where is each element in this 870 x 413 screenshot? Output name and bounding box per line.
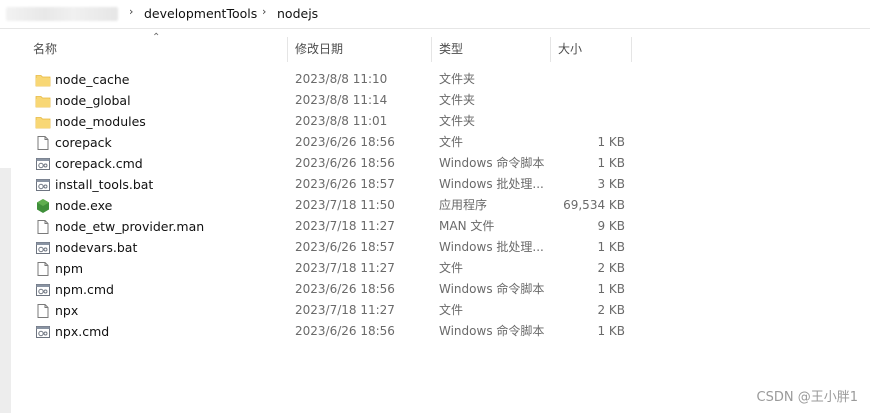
file-row[interactable]: corepack.cmd 2023/6/26 18:56 Windows 命令脚本 1…: [26, 153, 630, 174]
file-modified-date: 2023/7/18 11:27: [295, 219, 395, 233]
file-name: npm.cmd: [55, 282, 114, 297]
file-name: node_global: [55, 93, 131, 108]
file-modified-date: 2023/6/26 18:56: [295, 135, 395, 149]
address-bar[interactable]: › developmentTools › nodejs: [0, 0, 870, 29]
file-type: 文件夹: [439, 114, 476, 128]
script-icon: [35, 156, 51, 172]
file-modified-date: 2023/6/26 18:57: [295, 177, 395, 191]
folder-icon: [35, 114, 51, 130]
file-modified-date: 2023/8/8 11:14: [295, 93, 388, 107]
navigation-pane-scrollbar[interactable]: [0, 168, 11, 413]
file-name: corepack: [55, 135, 112, 150]
file-modified-date: 2023/6/26 18:56: [295, 282, 395, 296]
file-row[interactable]: corepack 2023/6/26 18:56 文件 1 KB: [26, 132, 630, 153]
file-type: Windows 命令脚本: [439, 282, 545, 296]
file-modified-date: 2023/6/26 18:56: [295, 156, 395, 170]
blurred-path-segment: [6, 7, 118, 21]
file-modified-date: 2023/8/8 11:10: [295, 72, 388, 86]
file-size: 1 KB: [597, 240, 625, 254]
file-name: npx: [55, 303, 79, 318]
watermark: CSDN @王小胖1: [756, 390, 858, 405]
file-type: 文件: [439, 303, 464, 317]
file-size: 1 KB: [597, 282, 625, 296]
file-type: Windows 命令脚本: [439, 156, 545, 170]
file-type: Windows 命令脚本: [439, 324, 545, 338]
file-size: 69,534 KB: [563, 198, 625, 212]
file-size: [554, 69, 625, 90]
file-modified-date: 2023/8/8 11:01: [295, 114, 388, 128]
file-modified-date: 2023/7/18 11:27: [295, 303, 395, 317]
file-row[interactable]: npx.cmd 2023/6/26 18:56 Windows 命令脚本 1 KB: [26, 321, 630, 342]
file-name: node_etw_provider.man: [55, 219, 205, 234]
breadcrumb-item-nodejs[interactable]: nodejs: [277, 6, 318, 21]
file-icon: [35, 135, 51, 151]
column-header-size[interactable]: 大小: [551, 37, 632, 62]
file-name: install_tools.bat: [55, 177, 154, 192]
file-row[interactable]: node_global 2023/8/8 11:14 文件夹: [26, 90, 630, 111]
file-modified-date: 2023/7/18 11:27: [295, 261, 395, 275]
file-row[interactable]: install_tools.bat 2023/6/26 18:57 Windows …: [26, 174, 630, 195]
file-row[interactable]: node_etw_provider.man 2023/7/18 11:27 MAN …: [26, 216, 630, 237]
file-row[interactable]: nodevars.bat 2023/6/26 18:57 Windows 批处理..…: [26, 237, 630, 258]
file-row[interactable]: npm 2023/7/18 11:27 文件 2 KB: [26, 258, 630, 279]
folder-icon: [35, 93, 51, 109]
file-row[interactable]: node.exe 2023/7/18 11:50 应用程序 69,534 KB: [26, 195, 630, 216]
file-type: 应用程序: [439, 198, 488, 212]
column-header-date[interactable]: 修改日期: [288, 37, 432, 62]
file-name: npx.cmd: [55, 324, 110, 339]
file-size: 1 KB: [597, 324, 625, 338]
node-exe-icon: [35, 198, 51, 214]
file-icon: [35, 303, 51, 319]
file-name: node_cache: [55, 72, 130, 87]
file-name: corepack.cmd: [55, 156, 143, 171]
chevron-right-icon[interactable]: ›: [129, 5, 133, 18]
file-name: nodevars.bat: [55, 240, 138, 255]
file-modified-date: 2023/7/18 11:50: [295, 198, 395, 212]
file-type: 文件夹: [439, 72, 476, 86]
file-row[interactable]: node_cache 2023/8/8 11:10 文件夹: [26, 69, 630, 90]
file-icon: [35, 261, 51, 277]
file-size: 3 KB: [597, 177, 625, 191]
file-row[interactable]: node_modules 2023/8/8 11:01 文件夹: [26, 111, 630, 132]
script-icon: [35, 282, 51, 298]
script-icon: [35, 177, 51, 193]
column-header-name[interactable]: 名称: [26, 37, 288, 62]
script-icon: [35, 240, 51, 256]
column-header-row: 名称 修改日期 类型 大小: [26, 37, 636, 63]
file-icon: [35, 219, 51, 235]
file-row[interactable]: npx 2023/7/18 11:27 文件 2 KB: [26, 300, 630, 321]
file-modified-date: 2023/6/26 18:56: [295, 324, 395, 338]
file-size: 2 KB: [597, 261, 625, 275]
script-icon: [35, 324, 51, 340]
file-type: Windows 批处理...: [439, 177, 544, 191]
file-size: [554, 90, 625, 111]
column-header-type[interactable]: 类型: [432, 37, 551, 62]
file-type: 文件: [439, 135, 464, 149]
breadcrumb-item-developmenttools[interactable]: developmentTools: [144, 6, 257, 21]
file-type: Windows 批处理...: [439, 240, 544, 254]
chevron-right-icon[interactable]: ›: [262, 5, 266, 18]
folder-icon: [35, 72, 51, 88]
file-size: [554, 111, 625, 132]
file-size: 1 KB: [597, 156, 625, 170]
file-size: 1 KB: [597, 135, 625, 149]
file-row[interactable]: npm.cmd 2023/6/26 18:56 Windows 命令脚本 1 KB: [26, 279, 630, 300]
file-type: 文件夹: [439, 93, 476, 107]
file-name: node.exe: [55, 198, 113, 213]
file-type: 文件: [439, 261, 464, 275]
file-size: 2 KB: [597, 303, 625, 317]
file-modified-date: 2023/6/26 18:57: [295, 240, 395, 254]
file-name: npm: [55, 261, 84, 276]
file-name: node_modules: [55, 114, 146, 129]
file-size: 9 KB: [597, 219, 625, 233]
file-type: MAN 文件: [439, 219, 495, 233]
